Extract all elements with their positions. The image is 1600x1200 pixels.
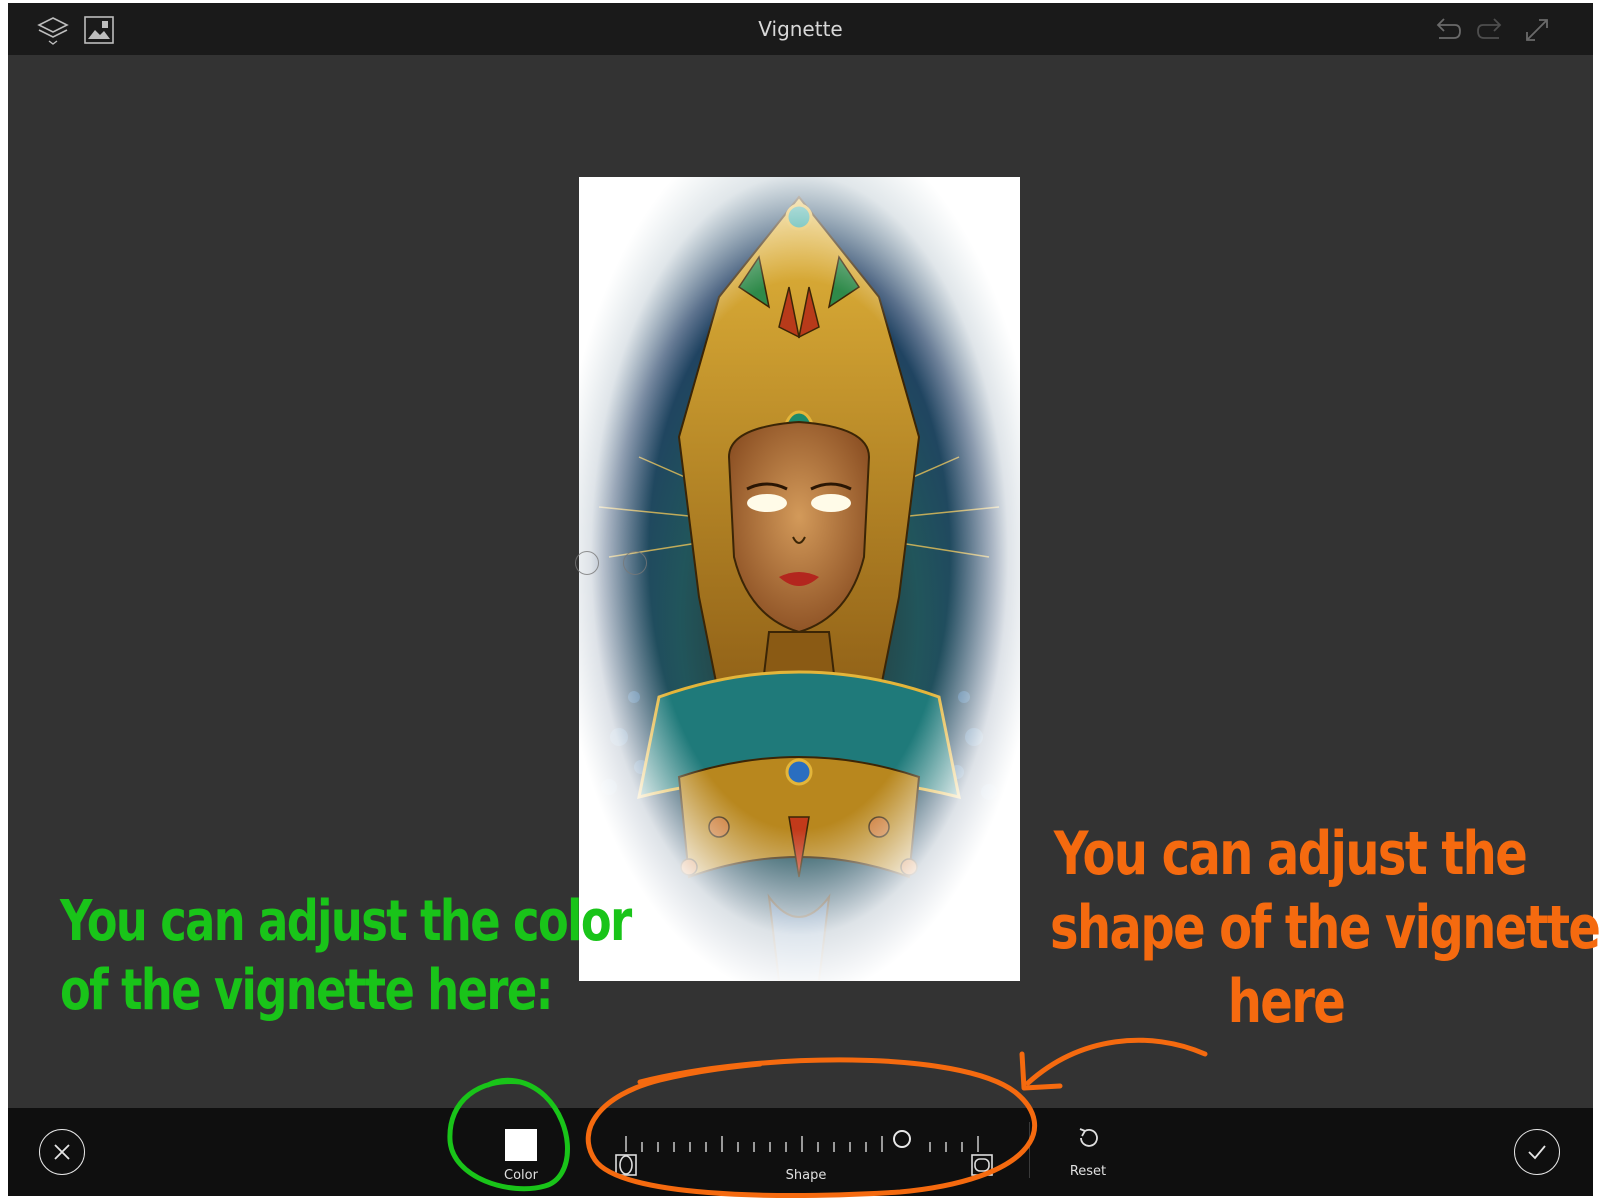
undo-icon[interactable] xyxy=(1430,13,1464,47)
shape-slider-thumb[interactable] xyxy=(893,1130,912,1148)
shape-annotation-line-1: You can adjust the xyxy=(1053,819,1528,889)
color-annotation: You can adjust the color of the vignette… xyxy=(60,888,632,1026)
top-toolbar: Vignette xyxy=(8,3,1593,55)
cancel-button[interactable] xyxy=(39,1129,85,1175)
vignetted-artwork xyxy=(579,177,1020,981)
shape-annotation-line-3: here xyxy=(1227,966,1346,1037)
shape-label: Shape xyxy=(785,1168,827,1183)
color-swatch-button[interactable] xyxy=(505,1129,537,1161)
shape-annotation: You can adjust the shape of the vignette… xyxy=(1050,818,1600,1039)
vignette-feather-handle[interactable] xyxy=(575,551,599,575)
reset-button[interactable]: Reset xyxy=(1060,1122,1116,1182)
bottom-toolbar: Color Shape Reset xyxy=(8,1108,1593,1196)
apply-button[interactable] xyxy=(1514,1129,1560,1175)
redo-icon[interactable] xyxy=(1474,13,1508,47)
color-annotation-line-1: You can adjust the color xyxy=(60,889,632,954)
shape-annotation-line-2: shape of the vignette xyxy=(1050,892,1600,963)
rounded-shape-icon[interactable] xyxy=(614,1153,638,1177)
close-icon xyxy=(54,1144,70,1160)
divider xyxy=(1029,1122,1030,1178)
color-annotation-line-2: of the vignette here: xyxy=(60,957,554,1023)
square-shape-icon[interactable] xyxy=(970,1153,994,1177)
color-label: Color xyxy=(504,1168,538,1183)
reset-label: Reset xyxy=(1069,1164,1107,1179)
screenshot: Vignette Color Shape Reset You can adjus… xyxy=(0,0,1600,1200)
reset-icon xyxy=(1079,1128,1098,1147)
page-title: Vignette xyxy=(758,17,843,41)
fullscreen-icon[interactable] xyxy=(1520,13,1554,47)
checkmark-icon xyxy=(1528,1145,1546,1160)
vignette-size-handle[interactable] xyxy=(623,551,647,575)
shape-slider[interactable] xyxy=(625,1126,985,1156)
